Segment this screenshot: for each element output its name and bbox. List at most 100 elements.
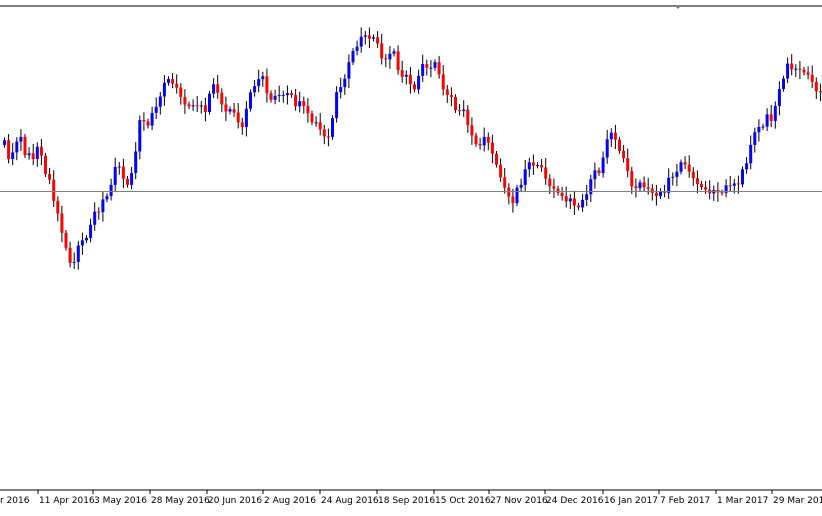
candle-body xyxy=(564,196,568,202)
candle-body xyxy=(626,158,630,172)
candle-body xyxy=(355,46,359,51)
candle-body xyxy=(671,176,675,178)
candle-body xyxy=(199,105,203,107)
candle-body xyxy=(154,106,158,113)
x-tick-label: 16 Jan 2017 xyxy=(604,496,658,506)
x-tick-label: 3 May 2016 xyxy=(94,496,147,506)
candle-body xyxy=(700,183,703,188)
x-tick-label: 20 Jun 2016 xyxy=(208,496,262,506)
x-tick-label: 7 Feb 2017 xyxy=(660,496,710,506)
candle-body xyxy=(786,63,790,79)
candle-body xyxy=(183,96,187,105)
candle-body xyxy=(745,163,749,170)
candle-body xyxy=(765,114,769,127)
candle-body xyxy=(490,142,494,154)
candle-body xyxy=(39,146,43,156)
candle-body xyxy=(93,211,97,225)
candle-body xyxy=(782,78,785,89)
candle-body xyxy=(44,155,47,175)
candlestick-chart-svg: r 2016 11 Apr 2016 3 May 2016 28 May 201620… xyxy=(0,0,822,512)
candle-body xyxy=(11,152,15,159)
candle-body xyxy=(704,187,708,190)
candle-body xyxy=(486,136,490,143)
candle-body xyxy=(35,146,39,159)
x-tick-label: 18 Sep 2016 xyxy=(378,496,435,506)
candle-body xyxy=(109,184,113,197)
candle-body xyxy=(777,88,781,106)
candle-body xyxy=(757,127,761,133)
candle-body xyxy=(3,140,6,145)
price-chart[interactable]: r 2016 11 Apr 2016 3 May 2016 28 May 2016 20… xyxy=(0,0,822,512)
candle-body xyxy=(285,93,289,96)
x-tick-label: 1 Mar 2017 xyxy=(717,496,768,506)
candle-body xyxy=(560,192,564,197)
candle-body xyxy=(495,153,498,165)
candle-body xyxy=(650,188,654,193)
candle-body xyxy=(85,237,88,241)
candle-body xyxy=(597,170,601,174)
candle-body xyxy=(503,177,507,188)
candle-body xyxy=(208,93,211,112)
candle-body xyxy=(372,37,375,39)
candle-body xyxy=(23,136,27,156)
candle-body xyxy=(64,232,68,248)
candle-body xyxy=(634,186,638,189)
candle-body xyxy=(89,224,93,238)
candle-body xyxy=(138,119,142,152)
candle-body xyxy=(253,86,257,93)
candle-body xyxy=(203,105,207,112)
x-tick-label: 24 Aug 2016 xyxy=(321,496,379,506)
candle-body xyxy=(630,171,634,187)
candle-body xyxy=(818,91,822,93)
candle-body xyxy=(326,136,330,138)
candle-body xyxy=(601,157,605,174)
candle-body xyxy=(675,171,679,177)
candle-body xyxy=(363,35,367,37)
candle-body xyxy=(167,79,170,83)
candle-body xyxy=(130,173,134,185)
candle-body xyxy=(265,76,269,94)
candle-body xyxy=(798,68,802,70)
candle-body xyxy=(736,183,740,185)
candle-body xyxy=(314,122,318,124)
candle-body xyxy=(794,68,798,70)
candle-body xyxy=(449,95,453,97)
x-tick-label: 2 Aug 2016 xyxy=(264,496,316,506)
candle-body xyxy=(146,121,150,126)
candle-body xyxy=(408,74,412,85)
x-tick-label: 11 Apr 2016 xyxy=(39,496,95,506)
candle-body xyxy=(224,104,228,112)
candle-body xyxy=(552,186,556,189)
candle-body xyxy=(179,87,183,97)
candle-body xyxy=(60,213,64,233)
candle-body xyxy=(404,74,408,77)
candle-body xyxy=(638,182,642,189)
candle-body xyxy=(741,169,744,185)
candle-body xyxy=(761,126,765,128)
candle-body xyxy=(642,182,646,188)
candle-body xyxy=(695,178,699,184)
candle-body xyxy=(376,37,380,44)
candle-body xyxy=(683,162,687,165)
candle-body xyxy=(31,153,35,159)
candle-body xyxy=(585,194,589,200)
candle-body xyxy=(113,166,117,185)
candle-body xyxy=(80,240,84,246)
candle-body xyxy=(548,178,552,187)
candle-body xyxy=(105,196,109,200)
candle-body xyxy=(507,187,511,197)
candle-body xyxy=(117,166,121,168)
candle-body xyxy=(244,108,248,128)
candle-body xyxy=(294,95,298,107)
candle-body xyxy=(618,139,621,151)
candle-body xyxy=(790,63,794,70)
candle-body xyxy=(101,199,105,213)
candle-body xyxy=(540,165,544,168)
candle-body xyxy=(400,70,404,77)
candle-body xyxy=(232,109,236,113)
candle-body xyxy=(68,247,72,263)
candle-body xyxy=(441,74,445,90)
candle-body xyxy=(347,62,351,79)
candle-body xyxy=(396,51,400,71)
candle-body xyxy=(310,113,314,123)
